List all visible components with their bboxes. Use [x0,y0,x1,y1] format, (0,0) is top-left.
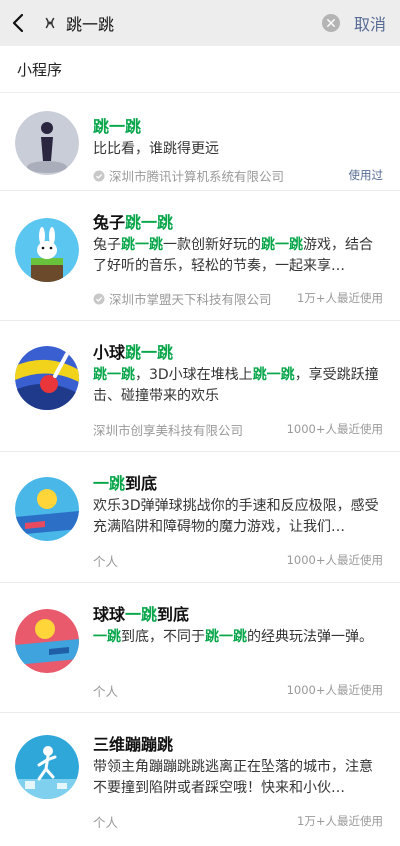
result-title: 一跳到底 [93,474,158,493]
search-bar: 取消 [0,0,400,46]
tall-figure-icon [15,111,79,175]
result-org: 深圳市腾讯计算机系统有限公司 [93,166,284,185]
cancel-button[interactable]: 取消 [354,11,386,35]
usage-stat: 1000+人最近使用 [286,553,383,567]
result-title: 小球跳一跳 [93,343,174,362]
search-input[interactable] [66,13,286,33]
usage-stat: 1000+人最近使用 [286,683,383,697]
result-title: 兔子跳一跳 [93,213,174,232]
result-item[interactable]: 跳一跳 比比看，谁跳得更远 深圳市腾讯计算机系统有限公司 使用过 [0,93,400,191]
rabbit-icon [15,218,79,282]
results-panel: 小程序 跳一跳 比比看，谁跳得更远 深圳市腾讯计算机系统有限公司 使用过 兔子跳… [0,46,400,846]
result-org: 深圳市创享美科技有限公司 [93,423,244,438]
result-org: 个人 [93,684,119,699]
app-avatar [15,735,79,799]
app-avatar [15,111,79,175]
usage-stat: 使用过 [348,168,384,182]
bouncing-ball-icon [15,609,79,673]
result-title: 三维蹦蹦跳 [93,735,174,754]
app-avatar [15,477,79,541]
running-figure-icon [15,735,79,799]
app-avatar [15,218,79,282]
result-description: 带领主角蹦蹦跳跳逃离正在坠落的城市，注意不要撞到陷阱或者踩空哦！快来和小伙… [93,759,373,796]
bouncing-ball-icon [15,477,79,541]
verified-icon [93,293,105,305]
app-avatar [15,346,79,410]
mini-program-icon [40,13,60,33]
result-item[interactable]: 球球一跳到底 一跳到底，不同于跳一跳的经典玩法弹一弹。 个人 1000+人最近使… [0,583,400,713]
result-description: 欢乐3D弹弹球挑战你的手速和反应极限，感受充满陷阱和障碍物的魔力游戏，让我们… [93,498,379,535]
result-org: 个人 [93,554,119,569]
result-description: 比比看，谁跳得更远 [93,141,219,157]
helix-ball-icon [15,346,79,410]
section-title: 小程序 [0,46,400,93]
result-description: 跳一跳，3D小球在堆栈上跳一跳，享受跳跃撞击、碰撞带来的欢乐 [93,367,379,404]
result-title: 球球一跳到底 [93,605,190,624]
usage-stat: 1万+人最近使用 [297,291,383,305]
result-item[interactable]: 兔子跳一跳 兔子跳一跳一款创新好玩的跳一跳游戏，结合了好听的音乐，轻松的节奏，一… [0,191,400,321]
app-avatar [15,609,79,673]
result-org: 个人 [93,815,119,830]
close-icon [327,19,335,27]
usage-stat: 1000+人最近使用 [286,422,383,436]
back-button[interactable] [0,0,36,46]
verified-icon [93,170,105,182]
clear-search-button[interactable] [321,14,340,32]
search-box[interactable] [36,0,322,46]
result-org: 深圳市掌盟天下科技有限公司 [93,289,272,308]
usage-stat: 1万+人最近使用 [297,814,383,828]
result-title: 跳一跳 [93,117,142,136]
result-description: 兔子跳一跳一款创新好玩的跳一跳游戏，结合了好听的音乐，轻松的节奏，一起来享… [93,237,373,274]
chevron-left-icon [12,13,24,33]
result-item[interactable]: 小球跳一跳 跳一跳，3D小球在堆栈上跳一跳，享受跳跃撞击、碰撞带来的欢乐 深圳市… [0,321,400,452]
result-item[interactable]: 一跳到底 欢乐3D弹弹球挑战你的手速和反应极限，感受充满陷阱和障碍物的魔力游戏，… [0,452,400,583]
result-description: 一跳到底，不同于跳一跳的经典玩法弹一弹。 [93,629,373,645]
result-item[interactable]: 三维蹦蹦跳 带领主角蹦蹦跳跳逃离正在坠落的城市，注意不要撞到陷阱或者踩空哦！快来… [0,713,400,846]
